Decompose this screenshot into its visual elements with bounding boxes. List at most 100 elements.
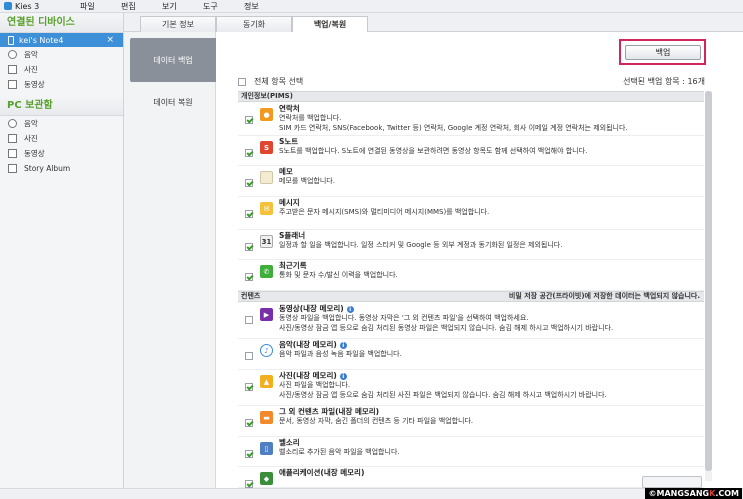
watermark: ©MANGSANGK.COM <box>645 488 742 499</box>
list-item-message[interactable]: ✉ 메시지 주고받은 문자 메시지(SMS)와 멀티미디어 메시지(MMS)를 … <box>238 197 704 230</box>
tab-bar: 기본 정보 동기화 백업/복원 <box>124 13 743 33</box>
album-icon <box>8 164 17 173</box>
sidebar-label: 동영상 <box>24 80 45 89</box>
section-note: 비밀 저장 공간(프라이빗)에 저장한 데이터는 백업되지 않습니다. <box>508 292 700 300</box>
apps-checkbox[interactable] <box>245 480 253 488</box>
snote-icon: S <box>260 141 273 154</box>
scrollbar[interactable] <box>705 91 712 481</box>
sidebar-label: 사진 <box>24 65 38 74</box>
sidebar-label: 동영상 <box>24 149 45 158</box>
info-icon[interactable]: i <box>346 305 354 313</box>
select-all[interactable]: 전체 항목 선택 <box>238 76 303 87</box>
list-item-photo[interactable]: ▲ 사진(내장 메모리) i 사진 파일을 백업합니다. 사진/동영상 잠금 앱 등… <box>238 370 704 406</box>
menu-info[interactable]: 정보 <box>244 1 285 12</box>
list-item-apps[interactable]: ◆ 애플리케이션(내장 메모리) <box>238 467 704 488</box>
list-item-call-log[interactable]: ✆ 최근기록 통화 및 문자 수/발신 이력을 백업합니다. <box>238 260 704 291</box>
device-item-music[interactable]: 음악 <box>0 47 123 62</box>
photo-icon <box>8 134 17 143</box>
info-icon[interactable]: i <box>339 341 347 349</box>
selected-count: 선택된 백업 항목 : 16개 <box>623 77 705 86</box>
sidebar-label: 음악 <box>24 119 38 128</box>
tab-basic-info[interactable]: 기본 정보 <box>140 16 216 32</box>
section-title: 컨텐츠 <box>241 292 261 300</box>
bottom-button[interactable] <box>642 476 702 488</box>
device-item-video[interactable]: 동영상 <box>0 77 123 92</box>
app-icon: ◆ <box>260 472 273 485</box>
pc-item-music[interactable]: 음악 <box>0 116 123 131</box>
kies-logo-icon <box>4 2 12 10</box>
connected-devices-header: 연결된 디바이스 <box>0 13 123 33</box>
item-desc: 문서, 동영상 자막, 숨긴 폴더의 컨텐츠 등 기타 파일을 백업합니다. <box>279 417 474 425</box>
pc-item-video[interactable]: 동영상 <box>0 146 123 161</box>
pc-item-photo[interactable]: 사진 <box>0 131 123 146</box>
ringtone-checkbox[interactable] <box>245 450 253 458</box>
sidebar-label: 음악 <box>24 50 38 59</box>
menu-tools[interactable]: 도구 <box>203 1 244 12</box>
menu-edit[interactable]: 편집 <box>121 1 162 12</box>
item-desc-line: 동영상 파일을 백업합니다. 동영상 자막은 '그 외 컨텐츠 파일'을 선택하… <box>279 314 529 322</box>
menu-bar: Kies 3 파일 편집 보기 도구 정보 <box>0 0 743 13</box>
section-contents: 컨텐츠 비밀 저장 공간(프라이빗)에 저장한 데이터는 백업되지 않습니다. <box>238 291 704 302</box>
menu-file[interactable]: 파일 <box>80 1 121 12</box>
folder-icon: ▬ <box>260 411 273 424</box>
item-desc: S노트를 백업합니다. S노트에 연결된 동영상을 보관하려면 동영상 항목도 … <box>279 147 588 155</box>
app-title-text: Kies 3 <box>15 1 40 11</box>
item-desc-line: SIM 카드 연락처, SNS(Facebook, Twitter 등) 연락처… <box>279 124 628 132</box>
pc-item-story-album[interactable]: Story Album <box>0 161 123 176</box>
list-item-other-files[interactable]: ▬ 그 외 컨텐츠 파일(내장 메모리) 문서, 동영상 자막, 숨긴 폴더의 … <box>238 406 704 437</box>
message-checkbox[interactable] <box>245 210 253 218</box>
list-item-contacts[interactable]: ● 연락처 연락처를 백업합니다. SIM 카드 연락처, SNS(Faceboo… <box>238 103 704 136</box>
item-desc: 연락처를 백업합니다. SIM 카드 연락처, SNS(Facebook, Twi… <box>279 113 628 133</box>
video-checkbox[interactable] <box>245 316 253 324</box>
other-files-checkbox[interactable] <box>245 419 253 427</box>
list-item-video[interactable]: ▶ 동영상(내장 메모리) i 동영상 파일을 백업합니다. 동영상 자막은 '그… <box>238 303 704 339</box>
close-icon[interactable]: × <box>106 33 114 47</box>
music-icon: ♪ <box>260 344 273 357</box>
list-item-ringtone[interactable]: ▯ 벨소리 벨소리로 추가된 음악 파일을 백업합니다. <box>238 437 704 467</box>
contacts-checkbox[interactable] <box>245 116 253 124</box>
list-item-splanner[interactable]: 31 S플래너 일정과 할 일을 백업합니다. 일정 스티커 및 Google … <box>238 230 704 260</box>
video-icon <box>8 80 17 89</box>
music-checkbox[interactable] <box>245 352 253 360</box>
device-item[interactable]: kei's Note4 × <box>0 33 123 47</box>
nav-data-backup[interactable]: 데이터 백업 <box>130 38 216 82</box>
photo-checkbox[interactable] <box>245 383 253 391</box>
tab-sync[interactable]: 동기화 <box>216 16 292 32</box>
contacts-icon: ● <box>260 108 273 121</box>
item-desc-line: 사진/동영상 잠금 앱 등으로 숨김 처리된 동영상 파일은 백업되지 않습니다… <box>279 324 614 332</box>
backup-panel: 백업 전체 항목 선택 선택된 백업 항목 : 16개 개인정보(PIMS) ●… <box>216 32 743 499</box>
select-all-checkbox[interactable] <box>238 77 246 86</box>
memo-checkbox[interactable] <box>245 179 253 187</box>
memo-icon <box>260 171 273 184</box>
device-item-photo[interactable]: 사진 <box>0 62 123 77</box>
item-desc-line: 연락처를 백업합니다. <box>279 114 342 122</box>
backup-button[interactable]: 백업 <box>625 45 701 60</box>
app-title: Kies 3 <box>0 2 70 11</box>
photo-icon: ▲ <box>260 375 273 388</box>
item-title-text: 동영상(내장 메모리) <box>279 304 344 313</box>
menu-view[interactable]: 보기 <box>162 1 203 12</box>
sidebar: 연결된 디바이스 kei's Note4 × 음악 사진 동영상 PC 보관함 … <box>0 13 124 499</box>
scroll-thumb[interactable] <box>705 91 712 471</box>
nav-data-restore[interactable]: 데이터 복원 <box>130 80 216 124</box>
list-item-memo[interactable]: 메모 메모를 백업합니다. <box>238 166 704 197</box>
music-icon <box>8 50 17 59</box>
item-desc: 사진 파일을 백업합니다. 사진/동영상 잠금 앱 등으로 숨김 처리된 사진 파… <box>279 380 607 400</box>
call-log-checkbox[interactable] <box>245 273 253 281</box>
item-desc-line: 사진 파일을 백업합니다. <box>279 381 351 389</box>
highlight-box: 백업 <box>619 39 706 65</box>
section-pims: 개인정보(PIMS) <box>238 91 704 102</box>
item-desc: 메모를 백업합니다. <box>279 177 335 185</box>
snote-checkbox[interactable] <box>245 149 253 157</box>
list-item-snote[interactable]: S S노트 S노트를 백업합니다. S노트에 연결된 동영상을 보관하려면 동영… <box>238 136 704 166</box>
status-bar <box>0 488 743 499</box>
tab-backup-restore[interactable]: 백업/복원 <box>292 16 368 33</box>
photo-icon <box>8 65 17 74</box>
music-icon <box>8 119 17 128</box>
list-item-music[interactable]: ♪ 음악(내장 메모리) i 음악 파일과 음성 녹음 파일을 백업합니다. <box>238 339 704 370</box>
item-title-text: 사진(내장 메모리) <box>279 371 337 380</box>
phone-icon <box>8 35 14 45</box>
device-name: kei's Note4 <box>19 35 64 45</box>
splanner-checkbox[interactable] <box>245 243 253 251</box>
info-icon[interactable]: i <box>339 372 347 380</box>
